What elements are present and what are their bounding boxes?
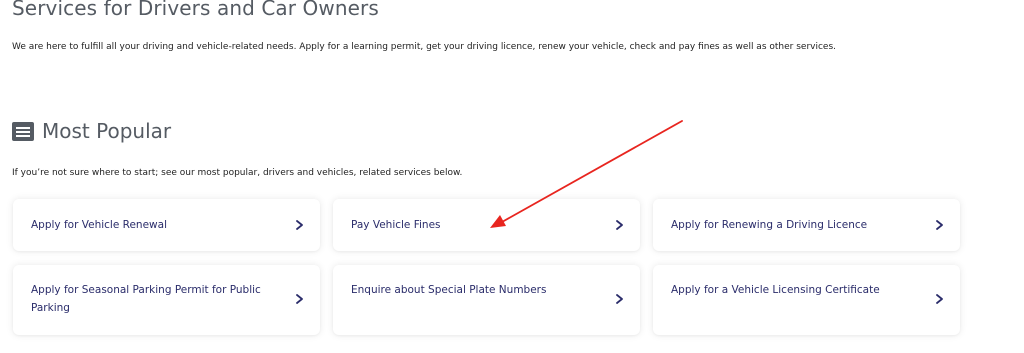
list-icon (12, 121, 34, 141)
most-popular-subtitle: If you’re not sure where to start; see o… (12, 168, 463, 178)
most-popular-title: Most Popular (42, 119, 172, 143)
service-card-vehicle-renewal[interactable]: Apply for Vehicle Renewal (13, 199, 320, 251)
service-card-label: Pay Vehicle Fines (351, 219, 441, 231)
service-card-vehicle-licensing-certificate[interactable]: Apply for a Vehicle Licensing Certificat… (653, 265, 960, 335)
chevron-right-icon (616, 294, 623, 304)
chevron-right-icon (296, 294, 303, 304)
most-popular-heading: Most Popular (12, 119, 171, 143)
page-title: Services for Drivers and Car Owners (12, 0, 379, 20)
service-card-pay-vehicle-fines[interactable]: Pay Vehicle Fines (333, 199, 640, 251)
chevron-right-icon (936, 294, 943, 304)
service-card-label: Apply for Seasonal Parking Permit for Pu… (31, 284, 261, 314)
chevron-right-icon (296, 220, 303, 230)
service-card-label: Apply for Renewing a Driving Licence (671, 219, 868, 231)
chevron-right-icon (936, 220, 943, 230)
service-card-special-plate-numbers[interactable]: Enquire about Special Plate Numbers (333, 265, 640, 335)
service-card-seasonal-parking-permit[interactable]: Apply for Seasonal Parking Permit for Pu… (13, 265, 320, 335)
services-page: Services for Drivers and Car Owners We a… (0, 0, 1024, 353)
chevron-right-icon (616, 220, 623, 230)
service-card-renew-driving-licence[interactable]: Apply for Renewing a Driving Licence (653, 199, 960, 251)
page-intro: We are here to fulfill all your driving … (12, 42, 837, 52)
service-card-label: Enquire about Special Plate Numbers (351, 284, 547, 296)
service-card-label: Apply for Vehicle Renewal (31, 219, 167, 231)
service-card-label: Apply for a Vehicle Licensing Certificat… (671, 284, 880, 296)
